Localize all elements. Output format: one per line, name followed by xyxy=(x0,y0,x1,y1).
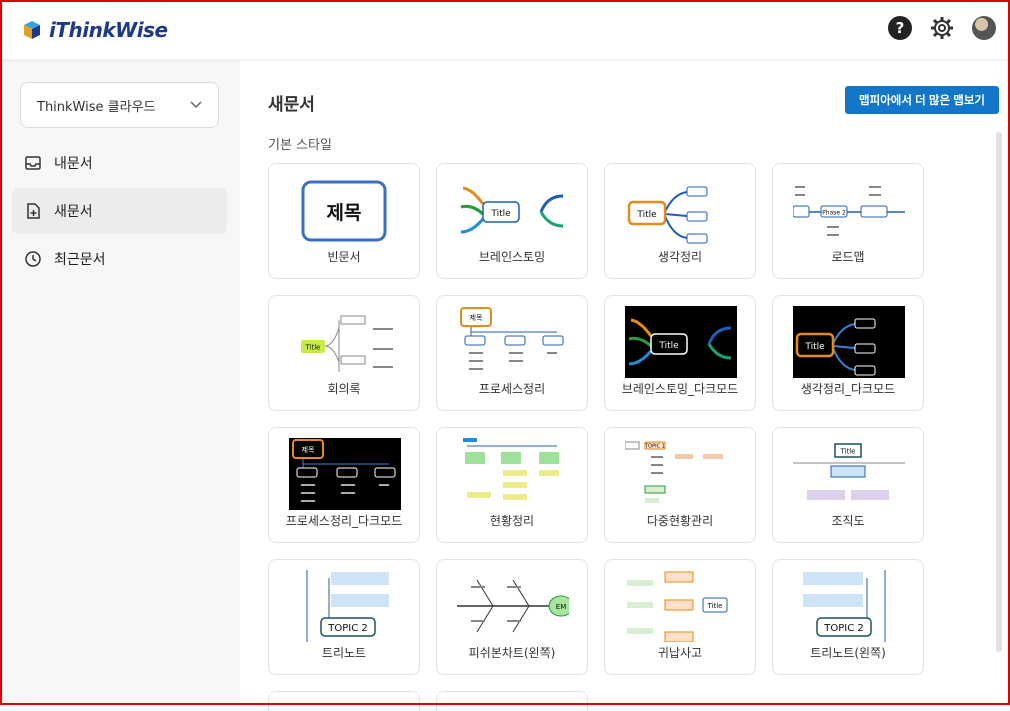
template-label: 조직도 xyxy=(831,514,865,528)
scrollbar[interactable] xyxy=(996,132,1002,652)
app-logo[interactable]: iThinkWise xyxy=(22,18,168,42)
brainstorm-thumbnail: Title xyxy=(460,186,564,234)
inbox-icon xyxy=(25,156,41,170)
fishbone-thumbnail: EM xyxy=(457,579,569,633)
template-card-thought-organize[interactable]: Title 생각정리 xyxy=(604,163,756,279)
settings-gear-icon[interactable] xyxy=(930,16,954,40)
inductive-thumbnail: Title xyxy=(627,571,728,642)
template-card-status[interactable]: 현황정리 xyxy=(436,427,588,543)
thumb-title: Phase 2 xyxy=(822,210,846,217)
thumb-title: Title xyxy=(706,602,722,610)
thumb-title: TOPIC 1 xyxy=(644,444,665,450)
thumb-title: 제목 xyxy=(327,202,362,224)
thumb-title: Title xyxy=(490,209,511,219)
template-label: 로드맵 xyxy=(831,250,865,264)
thumb-title: TOPIC 2 xyxy=(823,623,863,634)
template-card-roadmap[interactable]: Phase 2 로드맵 xyxy=(772,163,924,279)
process-thumbnail: 제목 xyxy=(460,307,564,370)
brainstorm-dark-thumbnail: Title xyxy=(625,306,737,378)
sidebar-item-my-documents[interactable]: 내문서 xyxy=(12,140,227,186)
template-card-meeting-minutes[interactable]: Title 회의록 xyxy=(268,295,420,411)
status-thumbnail xyxy=(463,438,559,500)
chevron-down-icon xyxy=(190,101,202,109)
clock-icon xyxy=(25,251,41,267)
thumb-title: 제목 xyxy=(302,446,315,454)
template-card-tree-note-left[interactable]: TOPIC 2 트리노트(왼쪽) xyxy=(772,559,924,675)
thought-dark-thumbnail: Title xyxy=(793,306,905,378)
roadmap-thumbnail: Phase 2 xyxy=(793,186,905,236)
page-title: 새문서 xyxy=(268,95,315,115)
template-card-inductive[interactable]: Title 귀납사고 xyxy=(604,559,756,675)
process-dark-thumbnail: 제목 xyxy=(289,438,401,510)
logo-cube-icon xyxy=(24,21,40,39)
template-label: 현황정리 xyxy=(489,514,535,528)
thumb-title: 제목 xyxy=(470,314,483,322)
template-label: 프로세스정리 xyxy=(478,382,546,396)
template-label: 생각정리 xyxy=(657,250,703,264)
template-card-process-dark[interactable]: 제목 프로세스정리_다크모드 xyxy=(268,427,420,543)
top-bar: iThinkWise ? xyxy=(0,0,1010,60)
sidebar-item-new-document[interactable]: 새문서 xyxy=(12,188,227,234)
template-label: 트리노트 xyxy=(321,646,367,660)
template-card-brainstorming[interactable]: Title 브레인스토밍 xyxy=(436,163,588,279)
template-card-process[interactable]: 제목 프로세스정리 xyxy=(436,295,588,411)
template-label: 다중현황관리 xyxy=(646,514,714,528)
sidebar-item-label: 내문서 xyxy=(54,156,93,172)
help-icon[interactable]: ? xyxy=(888,16,912,40)
sidebar-item-recent-documents[interactable]: 최근문서 xyxy=(12,236,227,282)
template-card-partial[interactable] xyxy=(268,691,420,711)
thumb-title: EM xyxy=(556,603,566,611)
template-card-thought-organize-dark[interactable]: Title 생각정리_다크모드 xyxy=(772,295,924,411)
template-card-brainstorming-dark[interactable]: Title 브레인스토밍_다크모드 xyxy=(604,295,756,411)
mappia-more-button[interactable]: 맵피아에서 더 많은 맵보기 xyxy=(845,86,999,114)
template-label: 빈문서 xyxy=(327,250,361,264)
template-label: 트리노트(왼쪽) xyxy=(810,646,886,660)
template-label: 브레인스토밍_다크모드 xyxy=(621,382,739,396)
template-card-org-chart[interactable]: Title 조직도 xyxy=(772,427,924,543)
template-card-multi-status[interactable]: TOPIC 1 다중현황관리 xyxy=(604,427,756,543)
thumb-title: Title xyxy=(804,342,825,352)
logo-text: iThinkWise xyxy=(49,18,168,42)
sidebar: ThinkWise 클라우드 내문서 새문서 최근문서 xyxy=(2,60,240,705)
workspace-select-value: ThinkWise 클라우드 xyxy=(37,99,156,115)
template-card-fishbone-left[interactable]: EM 피쉬본차트(왼쪽) xyxy=(436,559,588,675)
thumb-title: Title xyxy=(658,341,679,351)
workspace-select[interactable]: ThinkWise 클라우드 xyxy=(20,82,219,128)
template-label: 귀납사고 xyxy=(657,646,703,660)
template-label: 회의록 xyxy=(327,382,361,396)
thumb-title: TOPIC 2 xyxy=(327,623,367,634)
tree-note-left-thumbnail: TOPIC 2 xyxy=(803,570,886,642)
template-card-tree-note[interactable]: TOPIC 2 트리노트 xyxy=(268,559,420,675)
new-document-icon xyxy=(27,203,40,219)
thumb-title: Title xyxy=(636,210,657,220)
template-label: 프로세스정리_다크모드 xyxy=(285,514,403,528)
sidebar-item-label: 새문서 xyxy=(54,204,93,220)
org-chart-thumbnail: Title xyxy=(793,443,905,500)
main-panel: 새문서 맵피아에서 더 많은 맵보기 기본 스타일 제목 빈문서 Title 브… xyxy=(240,60,1010,711)
template-card-partial[interactable] xyxy=(436,691,588,711)
thumb-title: Title xyxy=(839,448,855,456)
section-title: 기본 스타일 xyxy=(268,138,332,153)
sidebar-item-label: 최근문서 xyxy=(54,252,106,268)
user-avatar[interactable] xyxy=(972,16,996,40)
thought-thumbnail: Title xyxy=(627,186,708,244)
thumb-title: Title xyxy=(304,344,320,352)
template-card-blank[interactable]: 제목 빈문서 xyxy=(268,163,420,279)
template-label: 피쉬본차트(왼쪽) xyxy=(468,646,556,660)
tree-note-thumbnail: TOPIC 2 xyxy=(306,570,389,642)
blank-thumbnail: 제목 xyxy=(301,180,387,242)
multi-status-thumbnail: TOPIC 1 xyxy=(625,441,723,503)
template-label: 브레인스토밍 xyxy=(478,250,546,264)
template-label: 생각정리_다크모드 xyxy=(800,382,896,396)
minutes-thumbnail: Title xyxy=(301,315,393,372)
